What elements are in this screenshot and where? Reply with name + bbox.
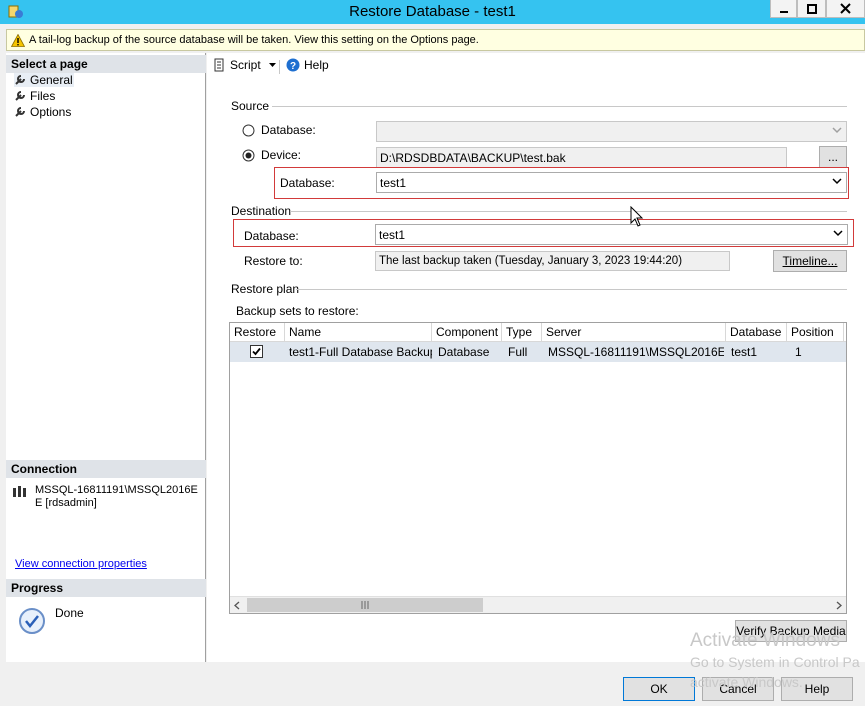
table-row[interactable]: test1-Full Database Backup Database Full…	[230, 342, 846, 362]
page-options[interactable]: Options	[14, 105, 71, 119]
col-server[interactable]: Server	[542, 323, 726, 342]
activate-windows-hint: Go to System in Control Pa	[690, 654, 860, 670]
scroll-thumb[interactable]	[247, 598, 483, 612]
wrench-icon	[15, 75, 25, 85]
chevron-down-icon	[832, 178, 842, 185]
device-radio[interactable]: Device:	[242, 148, 301, 162]
progress-heading: Progress	[6, 579, 206, 597]
restore-plan-heading: Restore plan	[231, 282, 300, 296]
wrench-icon	[15, 91, 25, 101]
cell-position: 1	[795, 345, 802, 359]
close-button[interactable]	[826, 0, 865, 18]
scroll-right-icon[interactable]	[836, 601, 842, 610]
col-name[interactable]: Name	[285, 323, 432, 342]
chevron-down-icon	[833, 230, 843, 237]
grip-icon	[361, 601, 369, 609]
page-options-label: Options	[30, 105, 72, 119]
window-title: Restore Database - test1	[349, 3, 516, 20]
device-radio-label: Device:	[261, 148, 302, 162]
help-toolbar-button[interactable]: ? Help	[286, 58, 329, 72]
page-general-label: General	[30, 73, 73, 87]
radio-unchecked-icon	[242, 124, 255, 136]
left-panel: Select a page General Files Options Conn…	[6, 53, 206, 662]
backup-sets-label: Backup sets to restore:	[236, 304, 359, 318]
browse-button[interactable]: ...	[819, 146, 847, 168]
script-label: Script	[230, 58, 261, 72]
col-component[interactable]: Component	[432, 323, 502, 342]
connection-user: E [rdsadmin]	[35, 497, 97, 509]
timeline-button[interactable]: Timeline...	[773, 250, 847, 272]
svg-text:?: ?	[290, 61, 296, 72]
col-database[interactable]: Database	[726, 323, 787, 342]
checkmark-icon	[252, 347, 261, 356]
destination-heading: Destination	[231, 204, 292, 218]
horizontal-scrollbar[interactable]	[230, 596, 846, 613]
toolbar-separator	[279, 60, 280, 74]
title-bar: Restore Database - test1	[0, 0, 865, 24]
restore-checkbox[interactable]	[250, 345, 263, 358]
check-done-icon	[19, 608, 45, 634]
restore-to-label: Restore to:	[244, 254, 303, 268]
destination-db-select[interactable]: test1	[375, 224, 848, 245]
activate-windows-watermark: Activate Windows	[690, 630, 840, 651]
source-divider	[272, 106, 847, 107]
minimize-icon	[779, 10, 788, 13]
view-connection-link[interactable]: View connection properties	[15, 558, 147, 570]
info-message: A tail-log backup of the source database…	[29, 34, 479, 46]
select-page-heading: Select a page	[6, 55, 206, 73]
page-files[interactable]: Files	[14, 89, 55, 103]
wrench-icon	[15, 107, 25, 117]
col-type[interactable]: Type	[502, 323, 542, 342]
cell-component: Database	[438, 345, 490, 359]
database-radio-label: Database:	[261, 123, 316, 137]
connection-info: MSSQL-16811191\MSSQL2016E E [rdsadmin]	[35, 484, 198, 510]
page-files-label: Files	[30, 89, 56, 103]
source-db-label: Database:	[280, 176, 335, 190]
col-restore[interactable]: Restore	[230, 323, 285, 342]
ok-button[interactable]: OK	[623, 677, 695, 701]
minimize-button[interactable]	[770, 0, 797, 18]
script-icon	[214, 58, 224, 72]
restore-to-field: The last backup taken (Tuesday, January …	[375, 251, 730, 271]
source-heading: Source	[231, 99, 270, 113]
device-path-field[interactable]: D:\RDSDBDATA\BACKUP\test.bak	[376, 147, 787, 168]
activate-windows-hint2: activate Windows.	[690, 674, 803, 690]
connection-heading: Connection	[6, 460, 206, 478]
source-db-select[interactable]: test1	[376, 172, 847, 193]
mouse-cursor-icon	[630, 206, 644, 227]
connection-icon	[13, 486, 26, 497]
cell-database: test1	[731, 345, 758, 359]
radio-checked-icon	[242, 149, 255, 161]
scroll-left-icon[interactable]	[234, 601, 240, 610]
source-db-value: test1	[380, 176, 407, 190]
destination-db-label: Database:	[244, 229, 299, 243]
source-database-select[interactable]	[376, 121, 847, 142]
help-toolbar-label: Help	[304, 58, 329, 72]
chevron-down-icon	[268, 63, 276, 67]
timeline-label: Timeline...	[782, 254, 838, 268]
cell-server: MSSQL-16811191\MSSQL2016EE	[548, 345, 724, 359]
progress-status: Done	[55, 606, 84, 620]
help-icon: ?	[286, 58, 300, 72]
database-radio[interactable]: Database:	[242, 123, 316, 137]
col-overflow	[844, 323, 848, 342]
connection-server: MSSQL-16811191\MSSQL2016E	[35, 484, 198, 496]
destination-db-value: test1	[379, 228, 406, 242]
page-general[interactable]: General	[14, 73, 74, 87]
cell-name: test1-Full Database Backup	[289, 345, 432, 359]
chevron-down-icon	[832, 127, 842, 134]
warning-icon	[11, 33, 25, 47]
backup-sets-grid: Restore Name Component Type Server Datab…	[229, 322, 847, 614]
close-icon	[840, 3, 851, 14]
grid-header: Restore Name Component Type Server Datab…	[230, 323, 846, 342]
maximize-icon	[806, 3, 817, 14]
col-position[interactable]: Position	[787, 323, 844, 342]
restore-plan-divider	[296, 289, 847, 290]
tail-log-info-bar: A tail-log backup of the source database…	[6, 29, 865, 51]
script-button[interactable]: Script	[212, 58, 276, 72]
maximize-button[interactable]	[797, 0, 826, 18]
cell-type: Full	[508, 345, 528, 359]
destination-divider	[290, 211, 847, 212]
